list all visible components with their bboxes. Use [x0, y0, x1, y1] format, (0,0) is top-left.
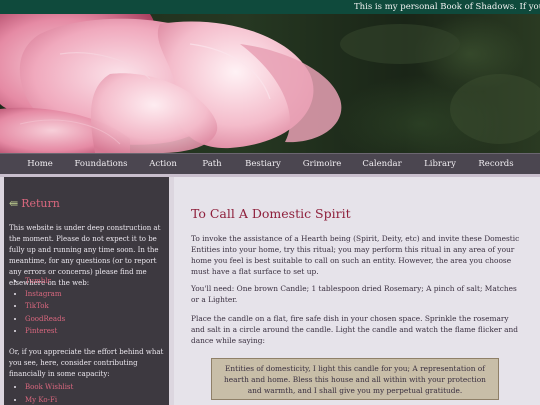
- back-arrow-icon: ⇚: [9, 197, 19, 210]
- pinterest-link[interactable]: Pinterest: [25, 327, 57, 335]
- book-wishlist-link[interactable]: Book Wishlist: [25, 383, 73, 391]
- main-content: To Call A Domestic Spirit To invoke the …: [174, 177, 540, 405]
- nav-calendar[interactable]: Calendar: [362, 154, 401, 174]
- nav-records[interactable]: Records: [478, 154, 513, 174]
- nav-home[interactable]: Home: [27, 154, 53, 174]
- return-label: Return: [21, 197, 60, 210]
- list-item: Pinterest: [25, 325, 65, 338]
- list-item: Tumblr: [25, 275, 65, 288]
- peony-flower-image: [0, 14, 540, 153]
- nav-grimoire[interactable]: Grimoire: [303, 154, 342, 174]
- list-item: TikTok: [25, 300, 65, 313]
- nav-library[interactable]: Library: [424, 154, 456, 174]
- list-item: GoodReads: [25, 313, 65, 326]
- marquee-bar: This is my personal Book of Shadows. If …: [0, 0, 540, 14]
- marquee-text: This is my personal Book of Shadows. If …: [354, 2, 540, 12]
- nav-path[interactable]: Path: [202, 154, 221, 174]
- nav-foundations[interactable]: Foundations: [74, 154, 127, 174]
- nav-bestiary[interactable]: Bestiary: [245, 154, 281, 174]
- goodreads-link[interactable]: GoodReads: [25, 315, 65, 323]
- instagram-link[interactable]: Instagram: [25, 290, 62, 298]
- instructions-paragraph: Place the candle on a flat, fire safe di…: [191, 314, 518, 346]
- page-title: To Call A Domestic Spirit: [191, 206, 351, 221]
- list-item: Book Wishlist: [25, 381, 73, 394]
- list-item: My Ko-Fi: [25, 394, 73, 405]
- incantation-box: Entities of domesticity, I light this ca…: [211, 358, 499, 400]
- intro-paragraph: To invoke the assistance of a Hearth bei…: [191, 234, 520, 277]
- support-text: Or, if you appreciate the effort behind …: [9, 348, 164, 378]
- tiktok-link[interactable]: TikTok: [25, 302, 49, 310]
- header-banner-image: [0, 14, 540, 153]
- sidebar: ⇚ Return This website is under deep const…: [4, 177, 169, 405]
- main-nav: Home Foundations Action Path Bestiary Gr…: [0, 153, 540, 175]
- list-item: Instagram: [25, 288, 65, 301]
- tumblr-link[interactable]: Tumblr: [25, 277, 51, 285]
- ingredients-paragraph: You'll need: One brown Candle; 1 tablesp…: [191, 284, 517, 305]
- support-links-list: Book Wishlist My Ko-Fi: [9, 381, 73, 405]
- nav-action[interactable]: Action: [149, 154, 177, 174]
- return-link[interactable]: ⇚ Return: [9, 197, 60, 210]
- kofi-link[interactable]: My Ko-Fi: [25, 396, 57, 404]
- social-links-list: Tumblr Instagram TikTok GoodReads Pinter…: [9, 275, 65, 338]
